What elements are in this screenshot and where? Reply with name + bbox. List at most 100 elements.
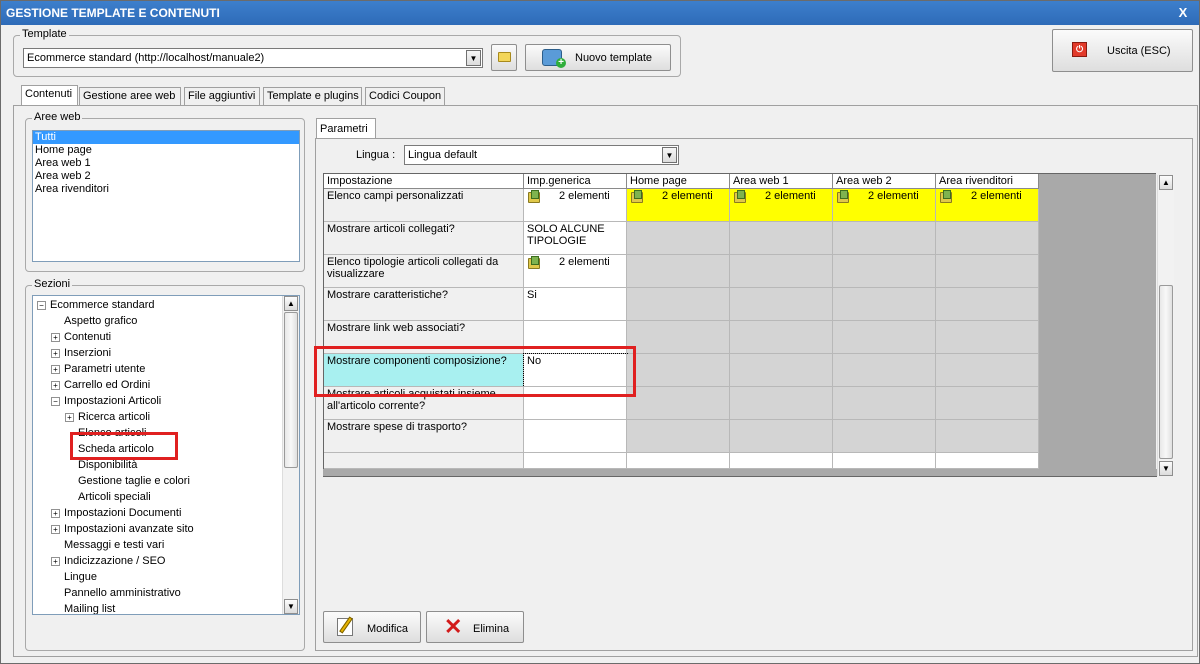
- tree-item[interactable]: + Ricerca articoli: [65, 409, 150, 425]
- grid-cell-area[interactable]: [730, 387, 833, 420]
- column-header[interactable]: Imp.generica: [524, 174, 627, 189]
- exit-button[interactable]: ⏻ Uscita (ESC): [1052, 29, 1193, 72]
- sezioni-scrollbar[interactable]: ▲ ▼: [282, 296, 299, 614]
- expand-icon[interactable]: +: [51, 364, 60, 374]
- tree-item[interactable]: + Inserzioni: [51, 345, 111, 361]
- tree-item[interactable]: − Ecommerce standard: [37, 297, 155, 313]
- column-header[interactable]: Home page: [627, 174, 730, 189]
- expand-icon[interactable]: +: [51, 348, 60, 358]
- tree-item[interactable]: Aspetto grafico: [51, 313, 137, 329]
- grid-cell-area[interactable]: [627, 288, 730, 321]
- grid-cell-area[interactable]: [730, 222, 833, 255]
- collapse-icon[interactable]: −: [51, 396, 60, 406]
- expand-icon[interactable]: +: [65, 412, 74, 422]
- column-header[interactable]: Area web 2: [833, 174, 936, 189]
- column-header[interactable]: Area rivenditori: [936, 174, 1039, 189]
- grid-cell-setting[interactable]: Mostrare articoli collegati?: [324, 222, 524, 255]
- delete-button[interactable]: ✕ Elimina: [426, 611, 524, 643]
- grid-cell-area[interactable]: 2 elementi: [730, 189, 833, 222]
- modify-button[interactable]: Modifica: [323, 611, 421, 643]
- grid-cell-area[interactable]: [627, 255, 730, 288]
- scroll-thumb[interactable]: [1159, 285, 1173, 459]
- list-item[interactable]: Area web 1: [33, 157, 299, 170]
- tree-item[interactable]: + Parametri utente: [51, 361, 145, 377]
- grid-cell-area[interactable]: [936, 222, 1039, 255]
- tree-item[interactable]: Mailing list: [51, 601, 115, 614]
- tab-parametri[interactable]: Parametri: [316, 118, 376, 139]
- grid-cell-area[interactable]: [936, 288, 1039, 321]
- expand-icon[interactable]: +: [51, 556, 60, 566]
- expand-icon[interactable]: +: [51, 508, 60, 518]
- grid-cell-generic[interactable]: [524, 420, 627, 453]
- grid-scrollbar[interactable]: ▲ ▼: [1157, 175, 1174, 476]
- list-item[interactable]: Area web 2: [33, 170, 299, 183]
- tab-file-aggiuntivi[interactable]: File aggiuntivi: [184, 87, 260, 105]
- grid-cell-area[interactable]: [936, 255, 1039, 288]
- grid-cell-generic[interactable]: SOLO ALCUNE TIPOLOGIE: [524, 222, 627, 255]
- grid-cell-area[interactable]: [936, 387, 1039, 420]
- grid-cell-generic[interactable]: Si: [524, 288, 627, 321]
- tree-item[interactable]: Messaggi e testi vari: [51, 537, 164, 553]
- tree-item[interactable]: Lingue: [51, 569, 97, 585]
- tree-item[interactable]: Gestione taglie e colori: [65, 473, 190, 489]
- list-item[interactable]: Area rivenditori: [33, 183, 299, 196]
- grid-cell-area[interactable]: [833, 321, 936, 354]
- aree-web-list[interactable]: Tutti Home page Area web 1 Area web 2 Ar…: [32, 130, 300, 262]
- tab-gestione-aree-web[interactable]: Gestione aree web: [79, 87, 181, 105]
- scroll-thumb[interactable]: [284, 312, 298, 468]
- grid-cell-setting[interactable]: Elenco campi personalizzati: [324, 189, 524, 222]
- grid-cell-setting[interactable]: Mostrare caratteristiche?: [324, 288, 524, 321]
- scroll-down-icon[interactable]: ▼: [284, 599, 298, 614]
- tree-item[interactable]: + Indicizzazione / SEO: [51, 553, 166, 569]
- list-item[interactable]: Tutti: [33, 131, 299, 144]
- tree-item[interactable]: Pannello amministrativo: [51, 585, 181, 601]
- lingua-select[interactable]: Lingua default ▼: [404, 145, 679, 165]
- chevron-down-icon[interactable]: ▼: [662, 147, 677, 163]
- grid-cell-generic[interactable]: 2 elementi: [524, 189, 627, 222]
- tree-item[interactable]: + Impostazioni Documenti: [51, 505, 181, 521]
- grid-cell-area[interactable]: [833, 387, 936, 420]
- grid-cell-area[interactable]: [833, 288, 936, 321]
- grid-cell-area[interactable]: [627, 321, 730, 354]
- grid-cell-area[interactable]: [730, 321, 833, 354]
- grid-cell-area[interactable]: [833, 255, 936, 288]
- tree-item[interactable]: + Impostazioni avanzate sito: [51, 521, 194, 537]
- grid-cell-area[interactable]: [627, 420, 730, 453]
- tree-item[interactable]: Articoli speciali: [65, 489, 151, 505]
- grid-cell-area[interactable]: 2 elementi: [936, 189, 1039, 222]
- tab-contenuti[interactable]: Contenuti: [21, 85, 78, 106]
- grid-cell-area[interactable]: [627, 222, 730, 255]
- grid-cell-area[interactable]: [730, 255, 833, 288]
- column-header[interactable]: Impostazione: [324, 174, 524, 189]
- parametri-grid[interactable]: Impostazione Imp.generica Home page Area we…: [323, 173, 1039, 469]
- grid-cell-area[interactable]: [730, 354, 833, 387]
- new-template-button[interactable]: + Nuovo template: [525, 44, 671, 71]
- chevron-down-icon[interactable]: ▼: [466, 50, 481, 66]
- collapse-icon[interactable]: −: [37, 300, 46, 310]
- expand-icon[interactable]: +: [51, 332, 60, 342]
- grid-cell-area[interactable]: [627, 387, 730, 420]
- tree-item[interactable]: − Impostazioni Articoli: [51, 393, 161, 409]
- grid-cell-area[interactable]: [833, 420, 936, 453]
- grid-cell-area[interactable]: [936, 420, 1039, 453]
- grid-cell-setting[interactable]: Elenco tipologie articoli collegati da v…: [324, 255, 524, 288]
- scroll-up-icon[interactable]: ▲: [284, 296, 298, 311]
- grid-cell-area[interactable]: [936, 321, 1039, 354]
- close-icon[interactable]: X: [1175, 5, 1191, 21]
- grid-cell-area[interactable]: 2 elementi: [833, 189, 936, 222]
- grid-cell-generic[interactable]: 2 elementi: [524, 255, 627, 288]
- grid-cell-area[interactable]: [833, 222, 936, 255]
- column-header[interactable]: Area web 1: [730, 174, 833, 189]
- grid-cell-area[interactable]: [833, 354, 936, 387]
- tab-template-plugins[interactable]: Template e plugins: [263, 87, 362, 105]
- list-item[interactable]: Home page: [33, 144, 299, 157]
- expand-icon[interactable]: +: [51, 524, 60, 534]
- grid-cell-area[interactable]: [730, 288, 833, 321]
- template-select[interactable]: Ecommerce standard (http://localhost/man…: [23, 48, 483, 68]
- grid-cell-area[interactable]: [627, 354, 730, 387]
- tab-codici-coupon[interactable]: Codici Coupon: [365, 87, 445, 105]
- grid-cell-setting[interactable]: Mostrare spese di trasporto?: [324, 420, 524, 453]
- expand-icon[interactable]: +: [51, 380, 60, 390]
- scroll-down-icon[interactable]: ▼: [1159, 461, 1173, 476]
- open-folder-button[interactable]: [491, 44, 517, 71]
